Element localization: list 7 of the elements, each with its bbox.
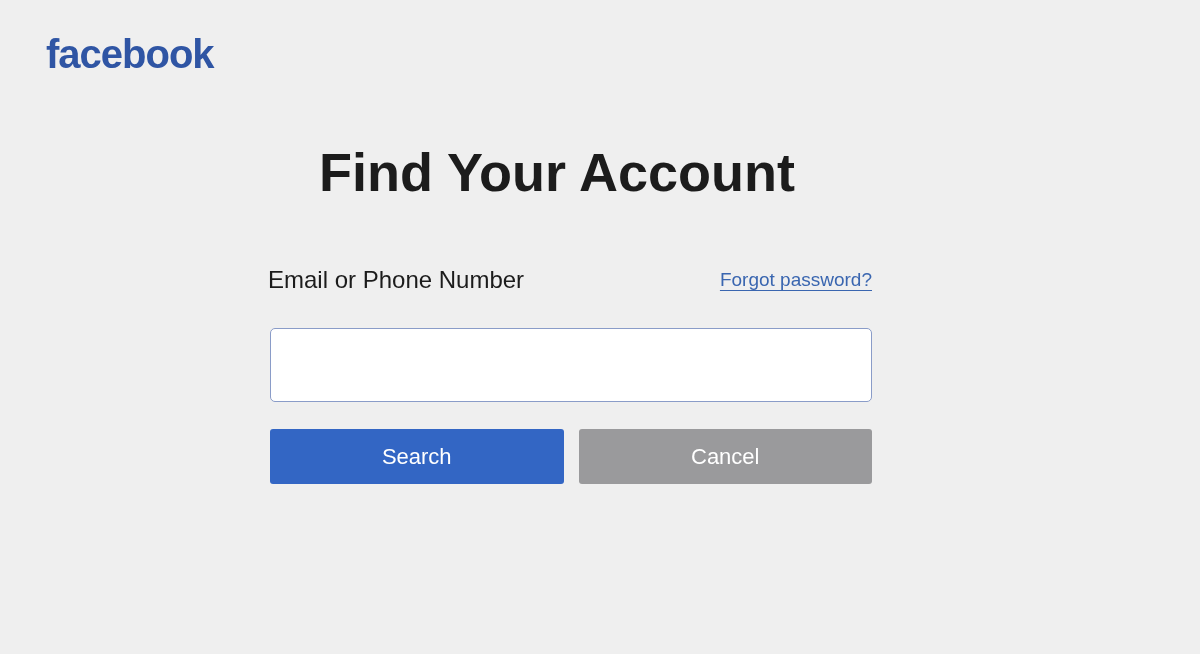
field-label: Email or Phone Number — [268, 265, 525, 295]
email-input-field[interactable] — [270, 328, 872, 402]
logo[interactable]: facebook — [46, 32, 214, 76]
page-title: Find Your Account — [318, 141, 796, 204]
cancel-button[interactable]: Cancel — [578, 429, 872, 484]
search-button[interactable]: Search — [270, 429, 564, 484]
forgot-password-link[interactable]: Forgot password? — [719, 265, 872, 295]
